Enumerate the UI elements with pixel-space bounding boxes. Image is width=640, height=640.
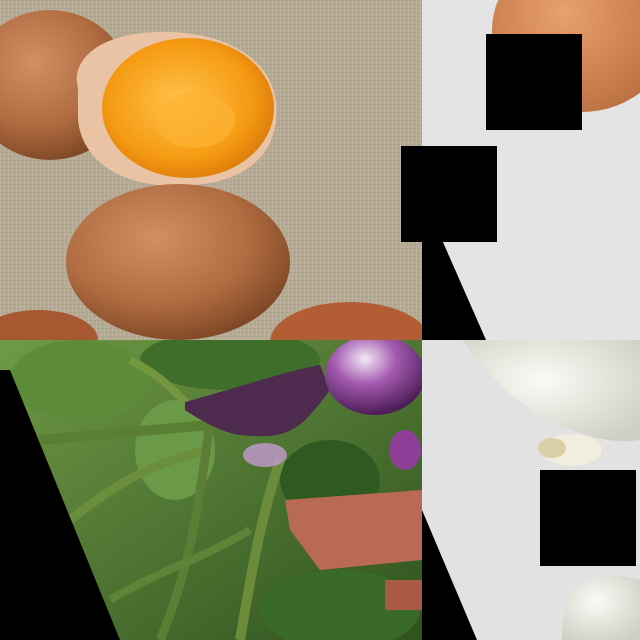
egg-shape: [66, 184, 290, 340]
black-occlusion-square: [486, 34, 582, 130]
eggplant-photo-tile: [0, 340, 422, 640]
eggs-photo-tile: [0, 0, 422, 340]
black-occlusion-square: [401, 146, 497, 242]
eggplant-photo: [0, 340, 422, 640]
photo-collage: [0, 0, 640, 640]
black-occlusion-square: [540, 470, 636, 566]
eggs-photo: [0, 0, 422, 340]
